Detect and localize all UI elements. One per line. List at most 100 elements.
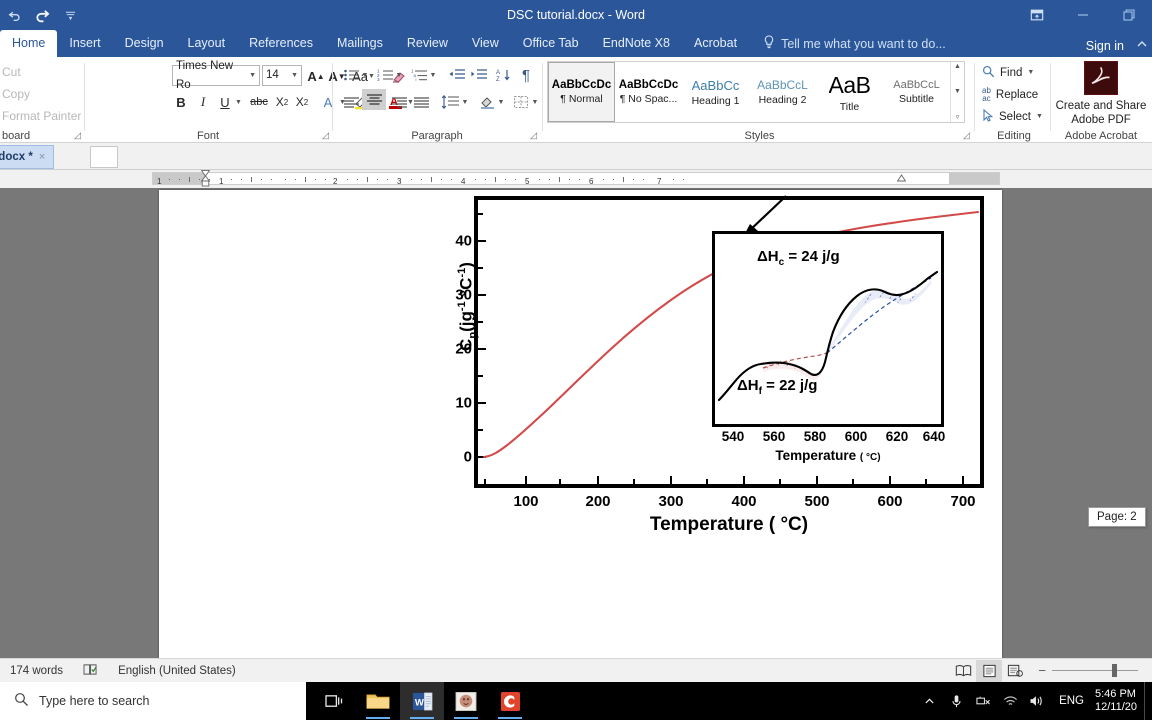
style-subtitle[interactable]: AaBbCcL Subtitle [883,62,950,122]
tab-endnote-x8[interactable]: EndNote X8 [591,30,682,57]
minimize-icon[interactable] [1060,0,1106,30]
align-center-icon[interactable] [362,89,386,110]
scroll-up-icon[interactable]: ▲ [954,63,961,70]
subscript-icon[interactable]: X2 [272,91,292,113]
horizontal-ruler[interactable]: 1 1 2 3 4 5 6 7 [152,170,1000,188]
numbering-dropdown-icon[interactable]: ▼ [395,64,406,86]
more-styles-icon[interactable]: ▿ [956,113,960,121]
shading-icon[interactable] [476,91,498,113]
sign-in-button[interactable]: Sign in [1086,39,1124,53]
redo-icon[interactable] [33,4,52,26]
first-line-indent-marker[interactable] [200,170,211,188]
show-desktop-button[interactable] [1144,682,1152,720]
borders-icon[interactable] [510,91,532,113]
zoom-out-button[interactable]: − [1038,663,1046,678]
restore-icon[interactable] [1106,0,1152,30]
network-disconnected-icon[interactable] [970,682,996,720]
volume-icon[interactable] [1024,682,1050,720]
find-button[interactable]: Find ▼ [982,62,1037,83]
language-indicator[interactable]: English (United States) [108,659,246,683]
align-left-icon[interactable] [340,91,362,113]
superscript-icon[interactable]: X2 [292,91,312,113]
font-name-box[interactable]: Times New Ro ▼ [172,60,260,91]
dsc-figure[interactable]: Cp(jg-1 °C-1) 0 10 20 30 40 100 200 300 … [284,190,984,560]
style-heading-2[interactable]: AaBbCcL Heading 2 [749,62,816,122]
style-heading-1[interactable]: AaBbCс Heading 1 [682,62,749,122]
tab-references[interactable]: References [237,30,325,57]
ribbon-display-options-icon[interactable] [1014,0,1060,30]
style-no-spacing[interactable]: AaBbCcDc ¶ No Spac... [615,62,682,122]
web-layout-button[interactable] [1002,660,1028,682]
file-explorer-icon[interactable] [356,682,400,720]
format-painter-button[interactable]: Format Painter [2,106,81,127]
collapse-ribbon-icon[interactable] [1136,39,1148,54]
tab-office-tab[interactable]: Office Tab [511,30,591,57]
document-page[interactable]: Cp(jg-1 °C-1) 0 10 20 30 40 100 200 300 … [159,190,1002,658]
underline-dropdown-icon[interactable]: ▼ [234,91,246,113]
chevron-down-icon[interactable]: ▼ [1036,113,1046,120]
increase-indent-icon[interactable] [468,64,490,86]
chevron-down-icon[interactable]: ▼ [1027,69,1037,76]
photos-icon[interactable] [444,682,488,720]
decrease-indent-icon[interactable] [446,64,468,86]
microphone-icon[interactable] [943,682,969,720]
bullets-icon[interactable] [340,64,362,86]
windows-search-box[interactable]: Type here to search [0,682,306,720]
styles-gallery-scrollbar[interactable]: ▲ ▼ ▿ [950,62,964,122]
style-normal[interactable]: AaBbCcDc ¶ Normal [548,62,615,122]
read-mode-button[interactable] [950,660,976,682]
cut-button[interactable]: Cut [2,62,21,83]
scroll-down-icon[interactable]: ▼ [954,88,961,95]
zoom-slider-thumb[interactable] [1112,664,1117,677]
task-view-icon[interactable] [312,682,356,720]
multilevel-dropdown-icon[interactable]: ▼ [429,64,440,86]
tab-acrobat[interactable]: Acrobat [682,30,749,57]
italic-icon[interactable]: I [194,91,212,113]
clipboard-dialog-launcher[interactable]: ◿ [74,130,81,141]
copy-button[interactable]: Copy [2,84,30,105]
customize-quick-access-toolbar-icon[interactable] [61,4,80,26]
wifi-icon[interactable] [997,682,1023,720]
justify-icon[interactable] [410,91,432,113]
shading-dropdown-icon[interactable]: ▼ [497,91,508,113]
language-indicator[interactable]: ENG [1051,695,1092,707]
line-spacing-icon[interactable] [438,91,462,113]
styles-dialog-launcher[interactable]: ◿ [963,130,970,141]
paragraph-dialog-launcher[interactable]: ◿ [530,130,537,141]
show-hidden-icons-icon[interactable] [916,682,942,720]
tell-me-box[interactable]: Tell me what you want to do... [749,30,946,57]
word-count[interactable]: 174 words [0,659,73,683]
clock[interactable]: 5:46 PM 12/11/20 [1093,688,1143,714]
camtasia-icon[interactable] [488,682,532,720]
document-tab[interactable]: torial.docx * × [0,145,55,169]
bullets-dropdown-icon[interactable]: ▼ [361,64,372,86]
undo-icon[interactable] [5,4,24,26]
zoom-slider[interactable] [1052,660,1138,682]
strikethrough-icon[interactable]: abc [248,91,270,113]
align-right-icon[interactable] [388,91,410,113]
sort-icon[interactable]: AZ [492,64,514,86]
style-title[interactable]: AaB Title [816,62,883,122]
show-formatting-marks-icon[interactable]: ¶ [516,64,536,86]
underline-icon[interactable]: U [216,91,234,113]
tab-home[interactable]: Home [0,30,58,57]
close-icon[interactable]: × [39,151,45,163]
tab-mailings[interactable]: Mailings [325,30,395,57]
tab-layout[interactable]: Layout [176,30,238,57]
grow-font-icon[interactable]: A ▲ [306,65,326,87]
adobe-pdf-icon[interactable] [1084,61,1118,95]
create-share-pdf-line2[interactable]: Adobe PDF [1071,114,1130,126]
bold-icon[interactable]: B [172,91,190,113]
tab-design[interactable]: Design [113,30,176,57]
create-share-pdf-line1[interactable]: Create and Share [1056,100,1147,112]
font-size-box[interactable]: 14 ▼ [262,65,302,86]
new-tab-button[interactable] [90,146,118,168]
borders-dropdown-icon[interactable]: ▼ [531,91,542,113]
numbering-icon[interactable]: 123 [374,64,396,86]
replace-button[interactable]: ab ac Replace [982,84,1038,105]
print-layout-button[interactable] [976,659,1003,682]
tab-insert[interactable]: Insert [57,30,112,57]
multilevel-list-icon[interactable]: 1ai [408,64,430,86]
word-icon[interactable]: W [400,682,444,720]
line-spacing-dropdown-icon[interactable]: ▼ [461,91,472,113]
